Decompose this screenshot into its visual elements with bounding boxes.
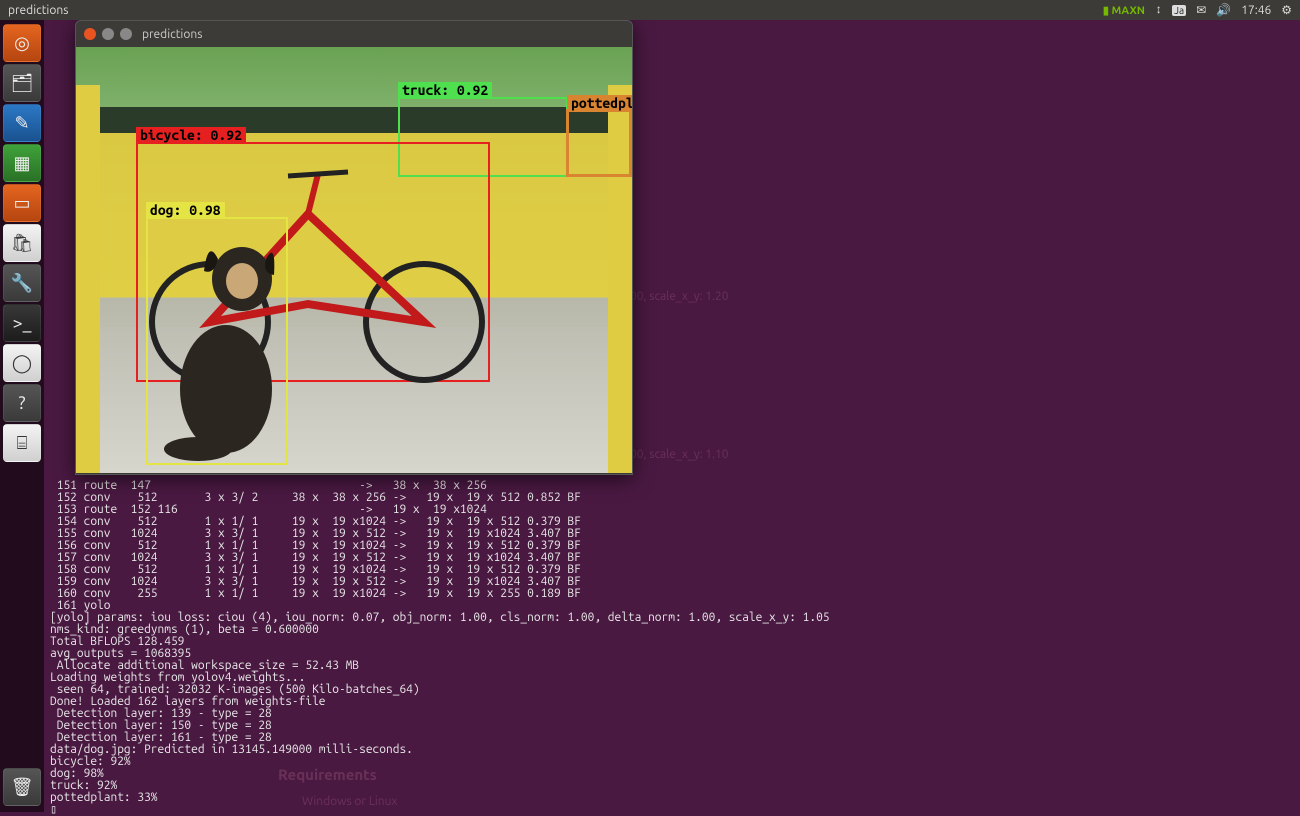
launcher-software[interactable]: 🛍 <box>3 224 41 262</box>
launcher-files[interactable]: 🗂 <box>3 64 41 102</box>
maximize-icon[interactable] <box>120 28 132 40</box>
bbox-label: truck: 0.92 <box>398 82 492 98</box>
lang-indicator[interactable]: Ja <box>1172 5 1186 16</box>
close-icon[interactable] <box>84 28 96 40</box>
bbox-label: pottedpla <box>567 95 632 111</box>
predictions-window[interactable]: predictions truck: 0.92 pottedpla bicycl… <box>75 20 633 475</box>
launcher-writer[interactable]: ✎ <box>3 104 41 142</box>
launcher-impress[interactable]: ▭ <box>3 184 41 222</box>
launcher-chromium[interactable]: ◯ <box>3 344 41 382</box>
clock[interactable]: 17:46 <box>1241 4 1271 17</box>
bbox-pottedplant: pottedpla <box>566 109 632 177</box>
launcher-search[interactable]: ◎ <box>3 24 41 62</box>
bbox-dog: dog: 0.98 <box>146 217 288 465</box>
launcher-terminal[interactable]: >_ <box>3 304 41 342</box>
network-icon[interactable]: ↕ <box>1155 3 1162 17</box>
window-titlebar[interactable]: predictions <box>76 21 632 47</box>
unity-launcher: ◎ 🗂 ✎ ▦ ▭ 🛍 🔧 >_ ◯ ? ⌸ 🗑 <box>0 20 44 812</box>
menu-app-title: predictions <box>8 4 68 17</box>
dog-shape <box>148 219 290 467</box>
launcher-settings[interactable]: 🔧 <box>3 264 41 302</box>
sound-icon[interactable]: 🔊 <box>1216 3 1231 17</box>
launcher-trash[interactable]: 🗑 <box>3 768 41 806</box>
launcher-help[interactable]: ? <box>3 384 41 422</box>
bbox-label: bicycle: 0.92 <box>136 127 246 143</box>
nvidia-indicator[interactable]: ▮ MAXN <box>1103 4 1145 17</box>
bbox-label: dog: 0.98 <box>146 202 225 218</box>
power-icon[interactable]: ⚙ <box>1281 3 1292 17</box>
window-title: predictions <box>142 28 202 41</box>
prediction-image: truck: 0.92 pottedpla bicycle: 0.92 dog:… <box>76 47 632 473</box>
launcher-calc[interactable]: ▦ <box>3 144 41 182</box>
top-menu-bar: predictions ▮ MAXN ↕ Ja ✉ 🔊 17:46 ⚙ <box>0 0 1300 20</box>
mail-icon[interactable]: ✉ <box>1196 3 1206 17</box>
launcher-devices[interactable]: ⌸ <box>3 424 41 462</box>
minimize-icon[interactable] <box>102 28 114 40</box>
